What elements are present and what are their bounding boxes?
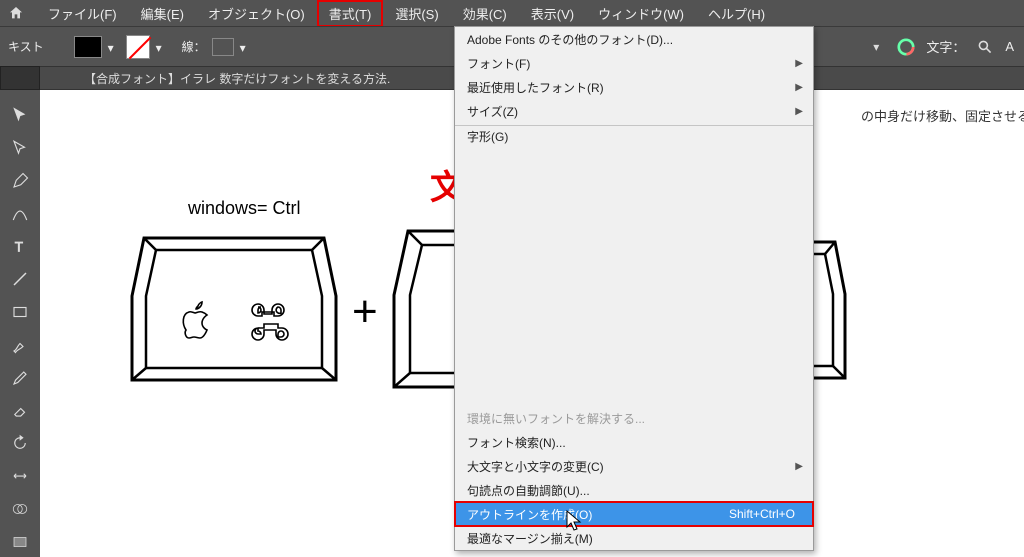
menubar: ファイル(F) 編集(E) オブジェクト(O) 書式(T) 選択(S) 効果(C… <box>0 0 1024 26</box>
menu-window[interactable]: ウィンドウ(W) <box>586 0 696 27</box>
menu-effect[interactable]: 効果(C) <box>451 0 519 27</box>
menu-change-case[interactable]: 大文字と小文字の変更(C)▶ <box>455 454 813 478</box>
key-command <box>130 232 338 392</box>
menu-adobe-fonts[interactable]: Adobe Fonts のその他のフォント(D)... <box>455 27 813 51</box>
menu-select[interactable]: 選択(S) <box>383 0 450 27</box>
menu-gap <box>455 144 813 406</box>
menu-create-outlines[interactable]: アウトラインを作成(O) Shift+Ctrl+O <box>455 502 813 526</box>
tool-pencil[interactable] <box>4 362 36 393</box>
tool-rectangle[interactable] <box>4 297 36 328</box>
submenu-arrow-icon: ▶ <box>795 58 803 69</box>
option-icon-1[interactable]: ▾ <box>866 37 886 57</box>
menu-font[interactable]: フォント(F)▶ <box>455 51 813 75</box>
submenu-arrow-icon: ▶ <box>795 461 803 472</box>
tool-gradient[interactable] <box>4 526 36 557</box>
menu-resolve-missing-fonts: 環境に無いフォントを解決する... <box>455 406 813 430</box>
tool-curvature[interactable] <box>4 198 36 229</box>
menu-recent-fonts[interactable]: 最近使用したフォント(R)▶ <box>455 75 813 99</box>
menu-optical-margin[interactable]: 最適なマージン揃え(M) <box>455 526 813 550</box>
menu-glyphs[interactable]: 字形(G) <box>455 128 813 144</box>
opt-tool-label: キスト <box>8 38 44 55</box>
tool-line[interactable] <box>4 264 36 295</box>
tool-eraser[interactable] <box>4 395 36 426</box>
tool-type[interactable]: T <box>4 231 36 262</box>
canvas-right-text: の中身だけ移動、固定させる <box>861 106 1024 125</box>
stroke-none-icon[interactable] <box>126 35 150 59</box>
menu-edit[interactable]: 編集(E) <box>129 0 196 27</box>
stroke-weight[interactable] <box>212 38 234 56</box>
color-wheel-icon[interactable] <box>896 37 916 57</box>
tool-direct-selection[interactable] <box>4 133 36 164</box>
tool-selection[interactable] <box>4 100 36 131</box>
document-title: 【合成フォント】イラレ 数字だけフォントを変える方法. <box>84 70 390 87</box>
plus-sign-1: + <box>352 287 378 337</box>
menu-type[interactable]: 書式(T) <box>317 0 384 27</box>
toolbox: T <box>0 96 40 557</box>
stroke-label: 線： <box>182 38 206 55</box>
tool-rotate[interactable] <box>4 428 36 459</box>
tool-width[interactable] <box>4 461 36 492</box>
cursor-icon <box>566 510 584 532</box>
font-hint: A <box>1005 39 1014 54</box>
menu-size[interactable]: サイズ(Z)▶ <box>455 99 813 123</box>
menu-smart-punctuation[interactable]: 句読点の自動調節(U)... <box>455 478 813 502</box>
fill-swatch[interactable] <box>74 36 102 58</box>
windows-label: windows= Ctrl <box>188 198 301 219</box>
svg-text:T: T <box>15 239 23 254</box>
menu-help[interactable]: ヘルプ(H) <box>696 0 777 27</box>
menu-object[interactable]: オブジェクト(O) <box>196 0 317 27</box>
type-panel-label: 文字： <box>926 37 965 56</box>
stroke-weight-dropdown-icon[interactable]: ▾ <box>240 41 252 53</box>
submenu-arrow-icon: ▶ <box>795 82 803 93</box>
submenu-arrow-icon: ▶ <box>795 106 803 117</box>
menu-shortcut: Shift+Ctrl+O <box>729 507 795 521</box>
document-tab-stub[interactable] <box>0 66 40 90</box>
type-menu-dropdown: Adobe Fonts のその他のフォント(D)... フォント(F)▶ 最近使… <box>454 26 814 551</box>
tool-shape-builder[interactable] <box>4 493 36 524</box>
fill-dropdown-icon[interactable]: ▾ <box>108 41 120 53</box>
tool-paintbrush[interactable] <box>4 329 36 360</box>
tool-pen[interactable] <box>4 166 36 197</box>
menu-find-font[interactable]: フォント検索(N)... <box>455 430 813 454</box>
stroke-dropdown-icon[interactable]: ▾ <box>156 41 168 53</box>
menu-separator <box>455 125 813 126</box>
home-icon[interactable] <box>6 3 26 23</box>
search-font-icon[interactable] <box>975 37 995 57</box>
menu-file[interactable]: ファイル(F) <box>36 0 129 27</box>
menu-view[interactable]: 表示(V) <box>519 0 586 27</box>
